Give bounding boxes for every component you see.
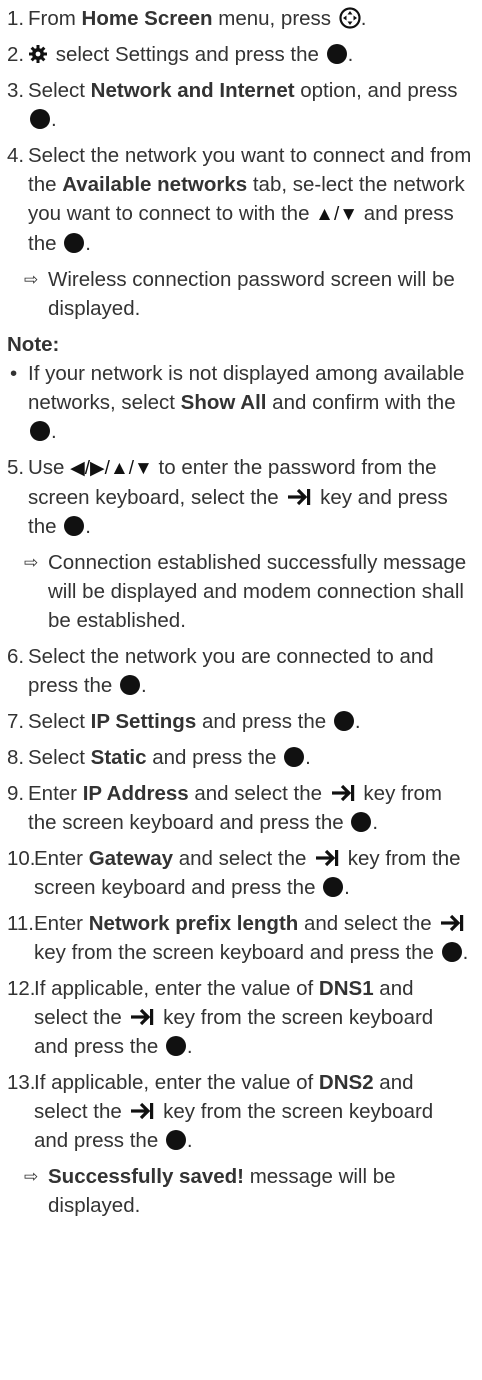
step-11: 11. Enter Network prefix length and sele…	[7, 912, 469, 964]
step-3: 3. Select Network and Internet option, a…	[7, 79, 458, 131]
tab-key-icon	[441, 914, 464, 932]
instructions-page: 1. From Home Screen menu, press . 2. sel…	[0, 0, 482, 1380]
tab-key-icon	[131, 1102, 154, 1120]
tab-key-icon	[288, 488, 311, 506]
note-title: Note:	[7, 333, 60, 356]
ok-button-icon	[284, 747, 305, 767]
ok-button-icon	[333, 711, 354, 731]
step-2: 2. select Settings and press the .	[7, 43, 354, 66]
ok-button-icon	[326, 44, 347, 64]
ok-button-icon	[30, 109, 50, 129]
tab-key-icon	[131, 1008, 154, 1026]
ok-button-icon	[120, 675, 141, 695]
step-1: 1. From Home Screen menu, press .	[7, 4, 472, 33]
step-9: 9. Enter IP Address and select the key f…	[7, 782, 443, 834]
step-10: 10. Enter Gateway and select the key fro…	[7, 847, 461, 899]
note-bullet: • If your network is not displayed among…	[7, 359, 472, 446]
result-arrow-icon: ⇨	[24, 1167, 39, 1186]
tab-key-icon	[316, 849, 339, 867]
gear-icon	[29, 45, 47, 63]
step-result: ⇨ Connection established successfully me…	[7, 548, 472, 635]
step-5: 5. Use ◀/▶/▲/▼ to enter the password fro…	[7, 456, 448, 538]
ok-button-icon	[441, 942, 462, 962]
step-12: 12. If applicable, enter the value of DN…	[7, 977, 434, 1058]
ok-button-icon	[165, 1036, 186, 1056]
step-6: 6. Select the network you are connected …	[7, 645, 434, 697]
tab-key-icon	[331, 784, 354, 802]
result-arrow-icon: ⇨	[24, 270, 39, 289]
step-number: 1.	[7, 7, 25, 30]
ok-button-icon	[165, 1130, 186, 1150]
result-arrow-icon: ⇨	[24, 553, 39, 572]
step-result: ⇨ Wireless connection password screen wi…	[7, 265, 472, 323]
ok-button-icon	[64, 516, 85, 536]
step-7: 7. Select IP Settings and press the .	[7, 710, 361, 733]
step-8: 8. Select Static and press the .	[7, 746, 311, 769]
navigation-pad-icon	[339, 7, 361, 29]
ok-button-icon	[30, 421, 50, 441]
direction-arrows-icon: ◀/▶/▲/▼	[70, 458, 153, 479]
up-down-arrows-icon: ▲/▼	[315, 204, 359, 225]
ok-button-icon	[64, 233, 85, 253]
bullet-icon: •	[10, 362, 18, 385]
step-result: ⇨ Successfully saved! message will be di…	[7, 1162, 472, 1220]
step-4: 4. Select the network you want to connec…	[7, 144, 472, 255]
ok-button-icon	[351, 812, 372, 832]
step-13: 13. If applicable, enter the value of DN…	[7, 1071, 434, 1152]
ok-button-icon	[323, 877, 344, 897]
